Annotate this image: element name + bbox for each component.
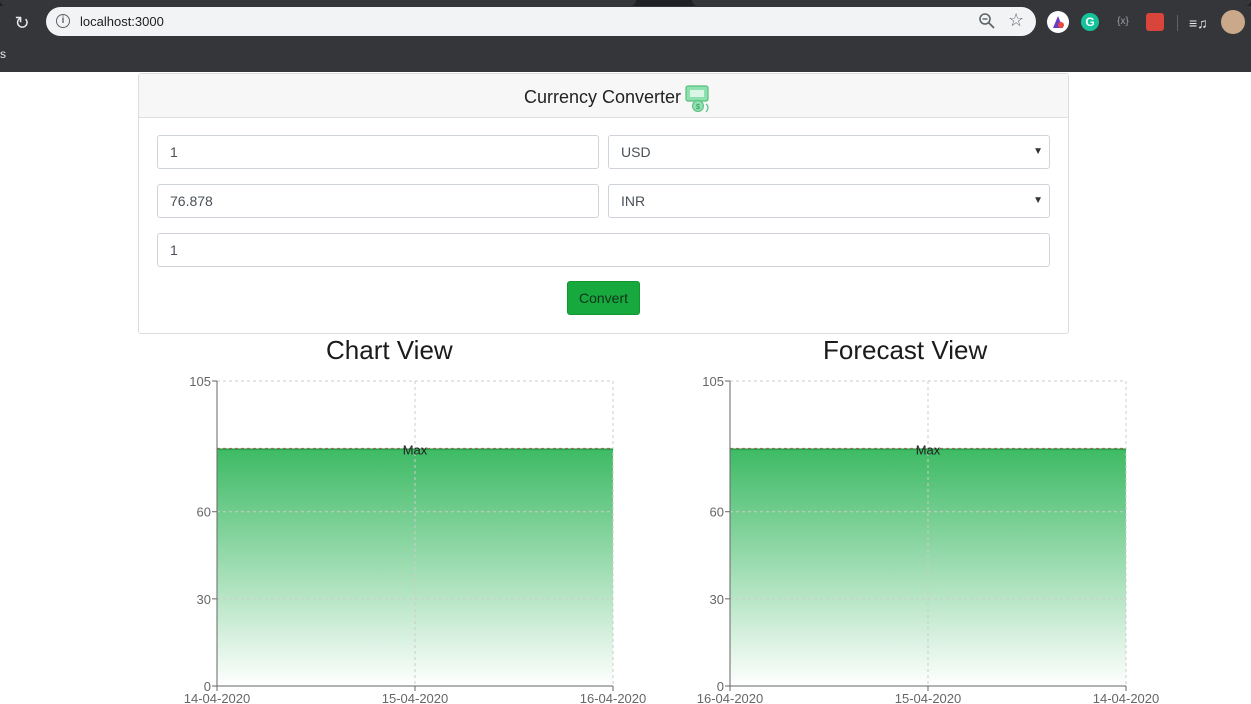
x-tick-label: 14-04-2020 (184, 691, 251, 704)
to-currency-select[interactable]: INR ▼ (608, 184, 1050, 218)
reload-icon[interactable]: ↻ (12, 13, 32, 33)
converter-card: Currency Converter $ 1 USD ▼ 76.878 INR … (138, 73, 1069, 334)
bookmark-star-icon[interactable]: ☆ (1008, 10, 1024, 31)
forecast-view-title: Forecast View (823, 335, 988, 365)
toolbar-divider (1177, 15, 1178, 31)
x-tick-label: 16-04-2020 (697, 691, 764, 704)
x-tick-label: 15-04-2020 (895, 691, 962, 704)
url-text[interactable]: localhost:3000 (80, 14, 164, 29)
zoom-icon[interactable] (978, 12, 996, 30)
info-icon[interactable]: i (56, 14, 70, 28)
convert-button[interactable]: Convert (567, 281, 640, 315)
max-label: Max (916, 442, 941, 457)
y-tick-label: 105 (189, 374, 211, 389)
x-tick-label: 14-04-2020 (1093, 691, 1160, 704)
address-bar[interactable]: i localhost:3000 ☆ (46, 7, 1036, 36)
y-tick-label: 105 (702, 374, 724, 389)
from-currency-value: USD (621, 144, 651, 160)
amount-input[interactable]: 1 (157, 135, 599, 169)
y-tick-label: 30 (197, 592, 211, 607)
extension-icon[interactable] (1047, 11, 1069, 33)
converted-amount-input[interactable]: 76.878 (157, 184, 599, 218)
max-label: Max (403, 442, 428, 457)
grammarly-icon[interactable]: G (1081, 13, 1099, 31)
x-tick-label: 16-04-2020 (580, 691, 647, 704)
money-exchange-icon: $ (685, 85, 709, 113)
dropdown-arrow-icon: ▼ (1033, 146, 1043, 157)
profile-avatar[interactable] (1221, 10, 1245, 34)
svg-text:$: $ (696, 104, 700, 111)
card-header: Currency Converter $ (139, 74, 1068, 118)
rate-input[interactable]: 1 (157, 233, 1050, 267)
chart-view-title: Chart View (326, 335, 453, 365)
y-tick-label: 60 (710, 505, 724, 520)
to-currency-value: INR (621, 193, 646, 209)
browser-toolbar: ↻ i localhost:3000 ☆ G {x} ≡♫ (0, 6, 1251, 38)
from-currency-select[interactable]: USD ▼ (608, 135, 1050, 169)
forecast-view-chart: Max0306010516-04-2020 15-04-2020 14-04-202… (697, 374, 1160, 704)
extension-brackets-icon[interactable]: {x} (1113, 15, 1133, 29)
y-tick-label: 60 (197, 505, 211, 520)
bookmark-item[interactable]: s (0, 47, 6, 61)
bookmarks-bar: s (0, 38, 1251, 72)
dropdown-arrow-icon: ▼ (1033, 195, 1043, 206)
chart-view-chart: Max0306010514-04-2020 15-04-2020 16-04-202… (184, 374, 647, 704)
x-tick-label: 15-04-2020 (382, 691, 449, 704)
converter-title: Currency Converter (524, 87, 682, 107)
media-queue-icon[interactable]: ≡♫ (1189, 15, 1209, 31)
browser-chrome: ↻ i localhost:3000 ☆ G {x} ≡♫ s (0, 0, 1251, 72)
y-tick-label: 30 (710, 592, 724, 607)
extension-red-icon[interactable] (1146, 13, 1164, 31)
